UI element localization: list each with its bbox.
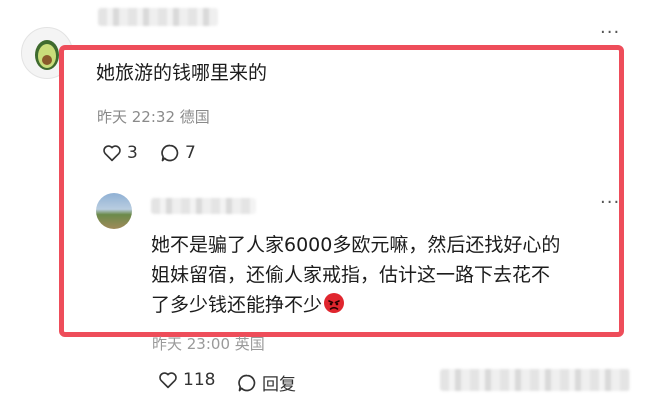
watermark-blurred <box>440 369 630 391</box>
reply-text-line-1: 她不是骗了人家6000多欧元嘛，然后还找好心的 <box>151 234 561 256</box>
reply-text-line-3-text: 了多少钱还能挣不少 <box>151 294 323 316</box>
angry-face-emoji <box>324 293 345 313</box>
reply-avatar[interactable] <box>96 193 132 229</box>
comment-like-count: 3 <box>127 143 138 163</box>
comment-location: 德国 <box>179 108 210 126</box>
comment-time: 昨天 22:32 <box>97 108 175 126</box>
reply-username-blurred <box>151 198 256 214</box>
comment-like-button[interactable]: 3 <box>102 143 138 163</box>
reply-reply-button[interactable]: 回复 <box>237 370 296 395</box>
comment-text: 她旅游的钱哪里来的 <box>96 62 268 84</box>
speech-bubble-icon <box>161 144 179 162</box>
angry-face-icon <box>328 300 340 310</box>
comment-meta: 昨天 22:32 德国 <box>97 106 210 127</box>
reply-text-line-3: 了多少钱还能挣不少 <box>151 290 560 320</box>
reply-like-count: 118 <box>183 370 216 390</box>
reply-text-line-2: 姐妹留宿，还偷人家戒指，估计这一路下去花不 <box>151 264 551 286</box>
reply-meta-partial: 昨天 23:00 英国 <box>152 333 265 354</box>
reply-text: 她不是骗了人家6000多欧元嘛，然后还找好心的 姐妹留宿，还偷人家戒指，估计这一… <box>151 230 560 320</box>
reply-label: 回复 <box>262 375 296 395</box>
more-options-icon[interactable]: ··· <box>600 24 620 42</box>
heart-icon <box>159 372 177 389</box>
speech-bubble-icon <box>238 374 256 391</box>
heart-icon <box>103 145 121 162</box>
reply-like-button[interactable]: 118 <box>158 370 215 390</box>
comment-reply-button[interactable]: 7 <box>160 143 196 163</box>
reply-more-options-icon[interactable]: ··· <box>600 194 620 212</box>
reply-time: 昨天 23:00 <box>152 335 230 353</box>
commenter-name-blurred <box>98 8 218 26</box>
comment-reply-count: 7 <box>185 143 196 163</box>
reply-location: 英国 <box>234 335 265 353</box>
